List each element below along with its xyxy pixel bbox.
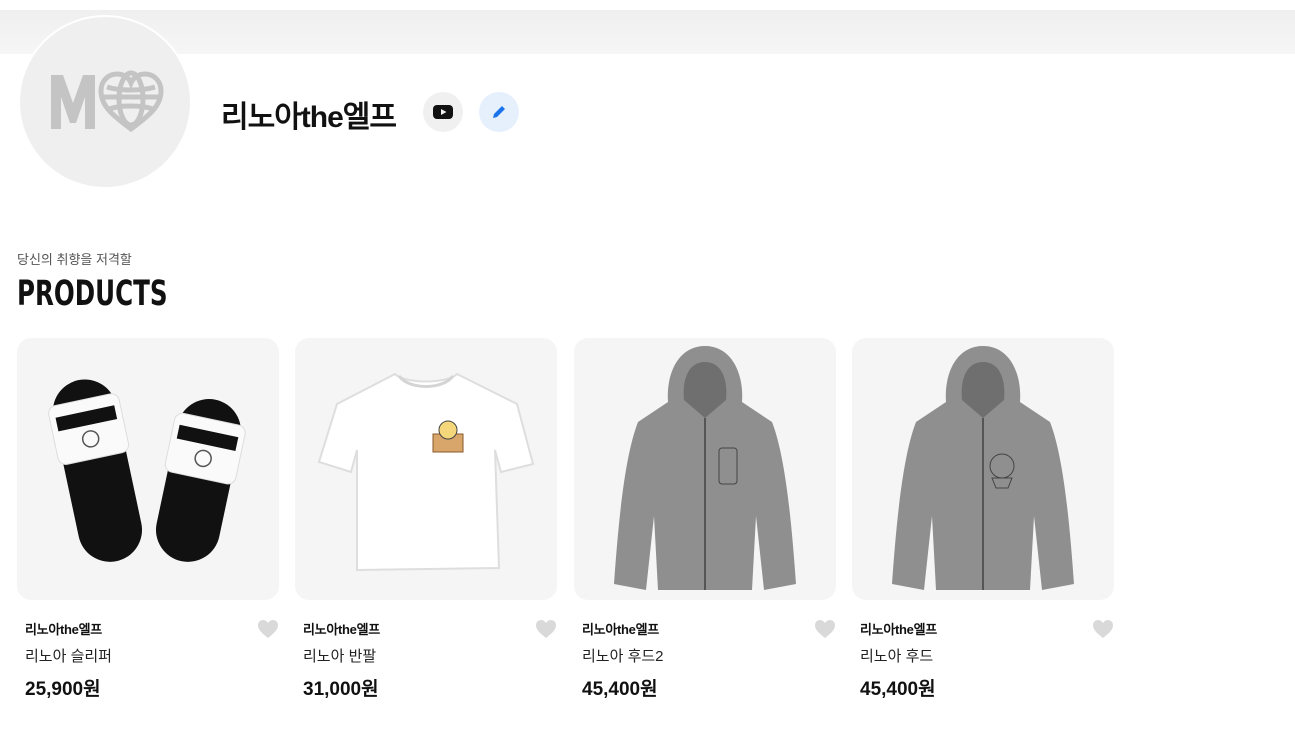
- product-price: 31,000원: [303, 679, 379, 700]
- heart-icon[interactable]: [1092, 619, 1114, 639]
- slipper-image: [48, 379, 246, 562]
- product-card[interactable]: 리노아the엘프 리노아 슬리퍼 25,900원: [17, 338, 279, 700]
- product-name[interactable]: 리노아 후드: [860, 645, 933, 666]
- profile-banner: [0, 10, 1295, 54]
- pencil-icon: [493, 106, 505, 118]
- heart-icon[interactable]: [814, 619, 836, 639]
- product-image[interactable]: [295, 338, 557, 600]
- product-name[interactable]: 리노아 반팔: [303, 645, 376, 666]
- product-image[interactable]: [574, 338, 836, 600]
- heart-icon[interactable]: [535, 619, 557, 639]
- product-shop-name[interactable]: 리노아the엘프: [582, 619, 659, 638]
- youtube-button[interactable]: [423, 92, 463, 132]
- product-price: 45,400원: [582, 679, 658, 700]
- product-card[interactable]: 리노아the엘프 리노아 후드 45,400원: [852, 338, 1114, 700]
- section-title: PRODUCTS: [17, 274, 168, 314]
- heart-icon[interactable]: [257, 619, 279, 639]
- product-shop-name[interactable]: 리노아the엘프: [303, 619, 380, 638]
- shop-name: 리노아the엘프: [221, 101, 397, 134]
- shop-avatar: [18, 15, 192, 189]
- youtube-icon: [433, 105, 453, 119]
- section-tagline: 당신의 취향을 저격할: [17, 252, 132, 267]
- product-card[interactable]: 리노아the엘프 리노아 반팔 31,000원: [295, 338, 557, 700]
- product-image[interactable]: [17, 338, 279, 600]
- product-card[interactable]: 리노아the엘프 리노아 후드2 45,400원: [574, 338, 836, 700]
- product-name[interactable]: 리노아 후드2: [582, 645, 664, 666]
- hoodie-image: [614, 346, 796, 590]
- edit-profile-button[interactable]: [479, 92, 519, 132]
- tshirt-image: [317, 372, 535, 572]
- product-image[interactable]: [852, 338, 1114, 600]
- shop-logo-icon: [51, 70, 164, 133]
- product-price: 25,900원: [25, 679, 101, 700]
- hoodie-image: [892, 346, 1074, 590]
- product-shop-name[interactable]: 리노아the엘프: [860, 619, 937, 638]
- product-shop-name[interactable]: 리노아the엘프: [25, 619, 102, 638]
- product-price: 45,400원: [860, 679, 936, 700]
- product-name[interactable]: 리노아 슬리퍼: [25, 645, 112, 666]
